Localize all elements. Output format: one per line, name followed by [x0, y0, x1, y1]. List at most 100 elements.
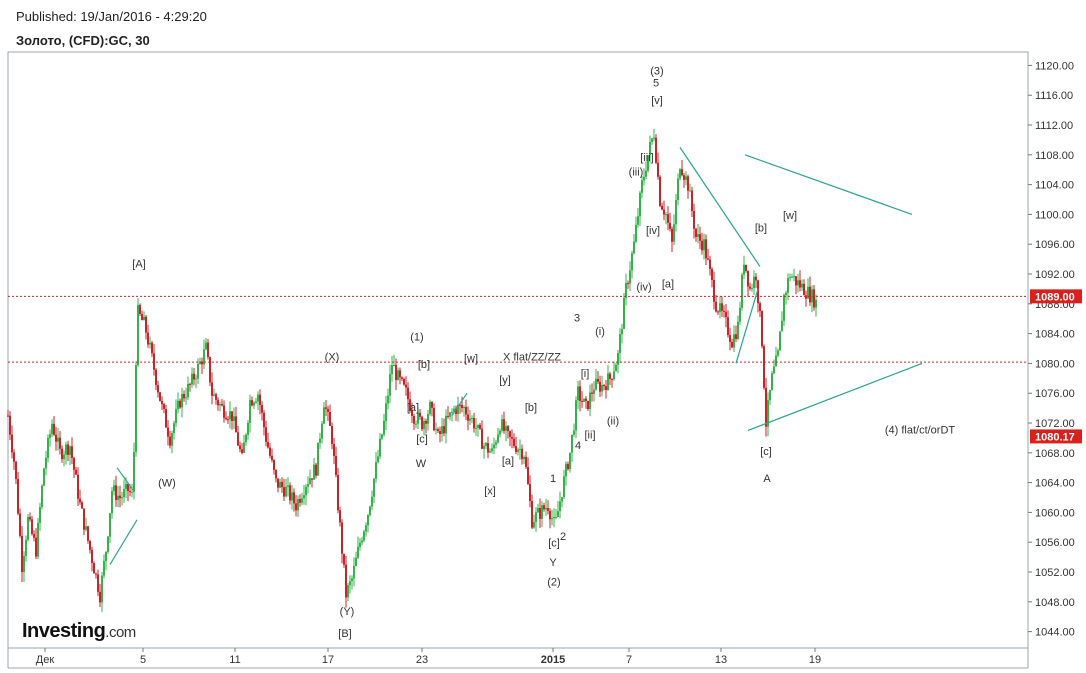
candle-body [559, 501, 561, 512]
y-tick-label: 1120.00 [1035, 60, 1074, 72]
candle-body [751, 288, 753, 290]
candle-body [341, 522, 343, 554]
candle-body [431, 401, 433, 408]
candle-body [147, 332, 149, 345]
candle-body [263, 412, 265, 428]
candle-body [525, 456, 527, 468]
candle-body [705, 239, 707, 259]
candle-body [603, 384, 605, 387]
candle-body [105, 551, 107, 562]
candle-body [175, 409, 177, 424]
candle-body [151, 342, 153, 354]
candle-body [327, 408, 329, 412]
candle-body [161, 400, 163, 405]
wave-label: (W) [158, 477, 176, 489]
wave-label: (4) flat/ct/orDT [885, 424, 956, 436]
candle-body [217, 399, 219, 406]
candle-body [277, 478, 279, 488]
candle-body [335, 456, 337, 475]
candle-body [651, 138, 653, 142]
candle-body [797, 280, 799, 286]
candle-body [487, 443, 489, 453]
candle-body [95, 573, 97, 575]
candle-body [383, 420, 385, 435]
candle-body [363, 531, 365, 541]
candle-body [569, 452, 571, 470]
candle-body [351, 578, 353, 582]
candle-body [685, 176, 687, 180]
candle-body [89, 540, 91, 550]
candle-body [135, 365, 137, 452]
candle-body [727, 317, 729, 335]
candle-body [695, 228, 697, 238]
candle-body [133, 451, 135, 492]
candle-body [735, 334, 737, 339]
candle-body [661, 205, 663, 210]
candle-body [465, 407, 467, 415]
candle-body [287, 485, 289, 487]
y-tick-label: 1060.00 [1035, 507, 1075, 519]
candle-body [57, 437, 59, 442]
candle-body [623, 297, 625, 329]
candle-body [227, 419, 229, 421]
wave-label: [iv] [646, 225, 660, 237]
candle-body [293, 492, 295, 504]
candle-body [699, 234, 701, 241]
candle-body [737, 321, 739, 339]
candle-body [613, 371, 615, 380]
candle-body [663, 209, 665, 215]
candle-body [787, 278, 789, 293]
candle-body [359, 542, 361, 547]
candle-body [49, 434, 51, 438]
candle-body [119, 495, 121, 499]
candle-body [209, 357, 211, 383]
candle-body [71, 446, 73, 458]
wave-label: [i] [581, 368, 590, 380]
candle-body [39, 506, 41, 523]
candle-body [747, 270, 749, 287]
candle-body [233, 416, 235, 422]
candle-body [429, 401, 431, 415]
candle-body [269, 447, 271, 456]
candle-body [583, 398, 585, 402]
candle-body [225, 417, 227, 420]
wave-label: 4 [575, 440, 581, 452]
candle-body [251, 400, 253, 406]
candle-body [733, 334, 735, 348]
candle-body [447, 415, 449, 417]
candle-body [449, 412, 451, 417]
candle-body [275, 469, 277, 479]
x-tick-label: Дек [36, 654, 55, 666]
candle-body [367, 515, 369, 526]
candle-body [765, 387, 767, 427]
candle-body [193, 373, 195, 380]
price-chart[interactable]: 1044.00 1048.00 1052.00 1056.00 1060.00 1064.… [0, 0, 1086, 673]
candle-body [533, 521, 535, 528]
candle-body [773, 366, 775, 374]
candle-body [521, 448, 523, 460]
candle-body [633, 241, 635, 254]
y-tick-label: 1080.00 [1035, 358, 1075, 370]
wave-label: (iv) [636, 281, 651, 293]
wave-label: [a] [407, 402, 419, 414]
candle-body [683, 175, 685, 180]
candle-body [713, 279, 715, 302]
candle-body [801, 283, 803, 288]
candle-body [545, 508, 547, 510]
candle-body [53, 423, 55, 435]
candle-body [333, 443, 335, 457]
candle-body [307, 483, 309, 487]
candle-body [421, 416, 423, 430]
candle-body [597, 378, 599, 382]
candle-body [371, 496, 373, 507]
candle-body [33, 533, 35, 538]
candle-body [547, 508, 549, 511]
y-tick-label: 1108.00 [1035, 150, 1074, 162]
candle-body [11, 434, 13, 453]
candle-body [563, 476, 565, 498]
candle-body [469, 418, 471, 421]
candle-body [43, 468, 45, 486]
wave-label: [w] [783, 210, 797, 222]
wave-label: X flat/ZZ/ZZ [503, 351, 561, 363]
candle-body [207, 342, 209, 358]
